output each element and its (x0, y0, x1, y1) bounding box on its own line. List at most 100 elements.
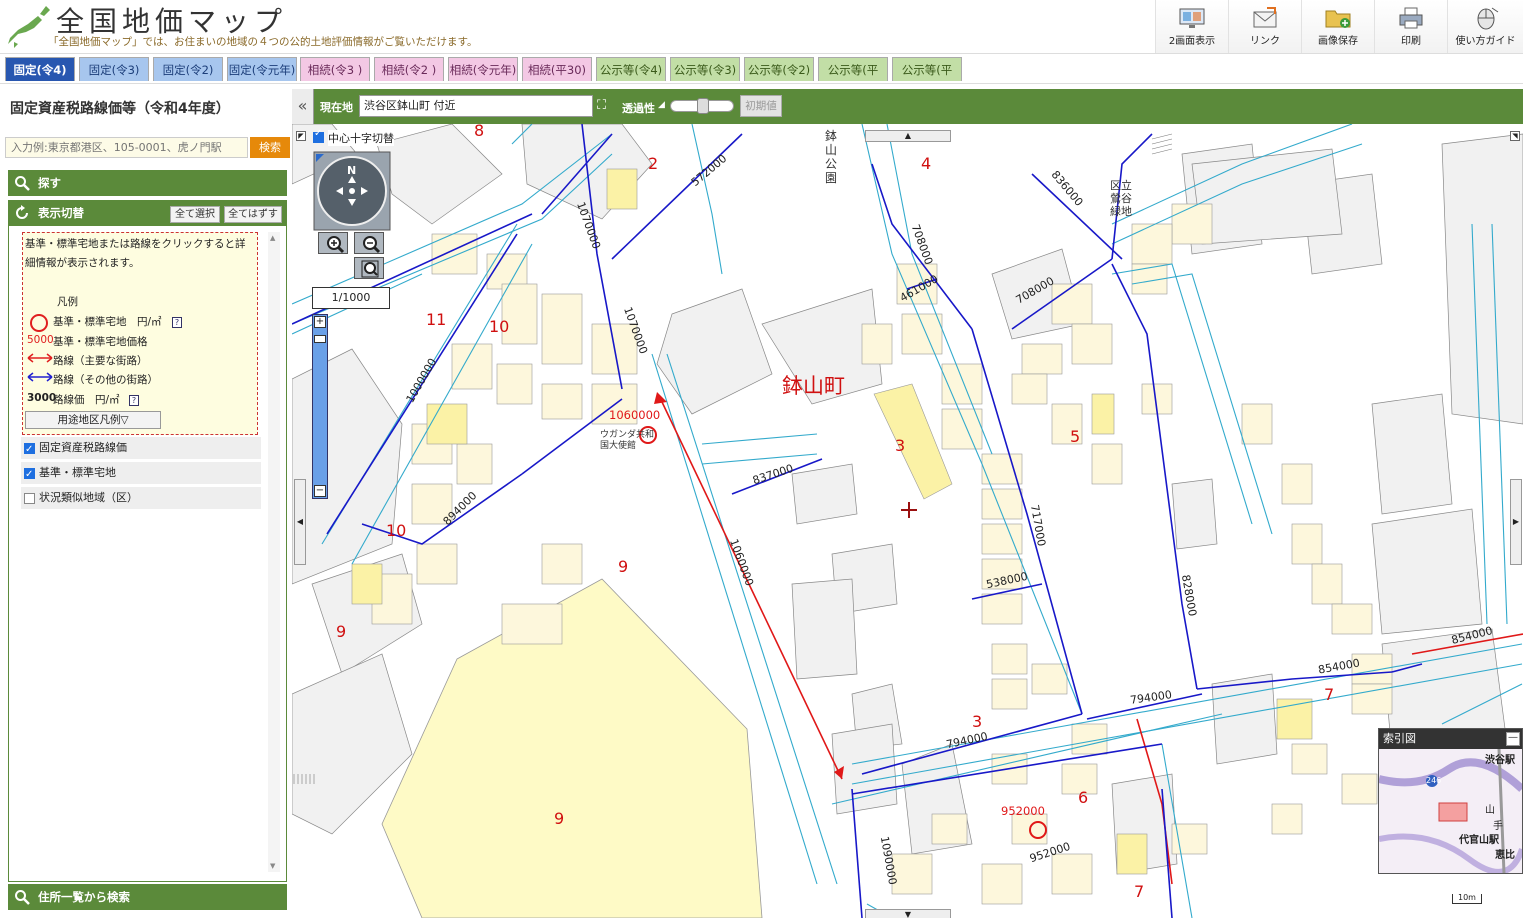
block-number: 10 (386, 521, 407, 540)
zoom-in-magnifier-icon (327, 236, 345, 254)
tab-koji-r4[interactable]: 公示等(令4) (596, 57, 666, 81)
magnifier-icon (15, 176, 30, 191)
pan-down-button[interactable]: ▼ (865, 909, 951, 918)
index-label-shibuya-station: 渋谷駅 (1485, 755, 1515, 766)
zoom-slider-knob[interactable] (314, 335, 326, 343)
display-panel-body: 基準・標準宅地または路線をクリックすると詳 細情報が表示されます。 凡例 基準・… (8, 226, 287, 882)
usage-legend-button[interactable]: 用途地区凡例▽ (25, 411, 161, 429)
japan-map-logo-icon (8, 6, 50, 48)
legend-help-icon[interactable]: ? (172, 317, 182, 328)
section-address-bar[interactable]: 住所一覧から検索 (8, 884, 287, 910)
location-label: 現在地 (320, 101, 353, 114)
search-button[interactable]: 検索 (250, 137, 290, 158)
tab-koji-r2[interactable]: 公示等(令2) (744, 57, 814, 81)
legend-circle-label: 基準・標準宅地 円/㎡ (53, 316, 162, 328)
tab-kotei-r4[interactable]: 固定(令4) (5, 57, 75, 81)
map-corner-toggle-icon[interactable]: ◤ (296, 131, 306, 141)
block-number: 7 (1324, 685, 1335, 704)
zoom-slider[interactable]: + − (312, 314, 328, 499)
tab-kotei-r1[interactable]: 固定(令元年) (227, 57, 297, 81)
index-map[interactable]: 索引図 — 渋谷駅 代官山駅 恵比 山 手 246 (1378, 728, 1523, 874)
folder-save-icon (1325, 10, 1351, 28)
std-price-label[interactable]: 1060000 (609, 408, 660, 422)
pan-up-button[interactable]: ▲ (865, 130, 951, 142)
layer-similar-area-row[interactable]: 状況類似地域（区） (21, 487, 261, 509)
opacity-slider[interactable] (670, 98, 734, 114)
block-number: 3 (972, 712, 983, 731)
legend-box: 基準・標準宅地または路線をクリックすると詳 細情報が表示されます。 凡例 基準・… (22, 232, 258, 435)
save-image-button[interactable]: 画像保存 (1301, 0, 1374, 53)
print-button[interactable]: 印刷 (1374, 0, 1447, 53)
layer-road-price-checkbox[interactable] (24, 439, 35, 461)
pan-left-button[interactable]: ◀ (294, 479, 306, 565)
zoom-in-button[interactable] (318, 232, 348, 254)
block-number: 2 (648, 154, 659, 173)
tab-souzoku-r3[interactable]: 相続(令3 ) (300, 57, 370, 81)
block-number: 9 (336, 622, 347, 641)
block-number: 9 (618, 557, 629, 576)
location-field[interactable]: 渋谷区鉢山町 付近 (359, 95, 593, 117)
block-number: 10 (489, 317, 510, 336)
opacity-triangle-icon: ◢ (658, 100, 665, 110)
map-base-layer (292, 124, 1523, 918)
layer-std-land-row[interactable]: 基準・標準宅地 (21, 462, 261, 486)
tab-koji-r3[interactable]: 公示等(令3) (670, 57, 740, 81)
green-area-label: 区立鶯谷緑地 (1110, 179, 1132, 218)
legend-help-icon-2[interactable]: ? (129, 395, 139, 406)
map-toolbar: « 現在地 渋谷区鉢山町 付近 ⛶ 透過性 ◢ 初期値 (292, 89, 1523, 124)
zoom-reset-button[interactable] (354, 257, 384, 279)
guide-label: 使い方ガイド (1455, 36, 1516, 47)
tab-souzoku-r1[interactable]: 相続(令元年) (448, 57, 518, 81)
layer-tabs: 固定(令4) 固定(令3) 固定(令2) 固定(令元年) 相続(令3 ) 相続(… (0, 54, 1523, 101)
crosshair-label: 中心十字切替 (328, 130, 394, 146)
compass-north-label: N (347, 164, 357, 177)
save-image-label: 画像保存 (1318, 36, 1358, 47)
park-label: 鉢山公園 (825, 129, 838, 185)
header: 全国地価マップ 「全国地価マップ」では、お住まいの地域の４つの公的土地評価情報が… (0, 0, 1523, 54)
legend-main-road-arrow-icon (27, 353, 53, 363)
opacity-slider-knob[interactable] (697, 98, 709, 114)
layer-similar-area-checkbox[interactable] (24, 493, 35, 504)
legend-heading: 凡例 (57, 296, 78, 308)
zoom-slider-minus-icon[interactable]: − (314, 485, 326, 497)
tab-kotei-r3[interactable]: 固定(令3) (79, 57, 149, 81)
guide-button[interactable]: 使い方ガイド (1447, 0, 1523, 53)
select-all-button[interactable]: 全て選択 (170, 206, 220, 223)
zoom-slider-plus-icon[interactable]: + (314, 316, 326, 328)
tab-koji-h30[interactable]: 公示等(平30) (892, 57, 962, 101)
compass-pan-control[interactable] (312, 150, 392, 232)
section-search-bar[interactable]: 探す (8, 170, 287, 196)
search-input[interactable] (5, 137, 248, 158)
link-button[interactable]: リンク (1228, 0, 1301, 53)
zoom-area-magnifier-icon (361, 260, 379, 278)
dual-screen-button[interactable]: 2画面表示 (1155, 0, 1228, 53)
index-map-minimize-button[interactable]: — (1506, 732, 1520, 746)
dual-screen-icon (1179, 8, 1205, 28)
panel-scrollbar[interactable]: ▲ ▼ (268, 232, 280, 872)
block-number: 5 (1070, 427, 1081, 446)
index-label-route246: 246 (1426, 776, 1442, 785)
deselect-all-button[interactable]: 全てはずす (224, 206, 282, 223)
legend-road-price-label: 路線価 円/㎡ (53, 394, 120, 406)
tab-koji-h31[interactable]: 公示等(平31) (818, 57, 888, 101)
panel-title: 固定資産税路線価等（令和4年度） (10, 101, 230, 117)
std-price-label-2[interactable]: 952000 (1001, 804, 1045, 818)
pan-right-button[interactable]: ▶ (1510, 479, 1522, 565)
crosshair-checkbox[interactable] (313, 128, 324, 143)
center-target-icon[interactable]: ⛶ (597, 99, 611, 113)
collapse-panel-button[interactable]: « (292, 89, 314, 124)
map-corner-toggle-icon-2[interactable]: ◥ (1510, 131, 1520, 141)
mouse-guide-icon (1477, 7, 1498, 30)
reset-opacity-button[interactable]: 初期値 (740, 95, 782, 117)
zoom-out-button[interactable] (354, 232, 384, 254)
tab-souzoku-r2[interactable]: 相続(令2 ) (374, 57, 444, 81)
tab-souzoku-h30[interactable]: 相続(平30) (522, 57, 592, 81)
tab-kotei-r2[interactable]: 固定(令2) (153, 57, 223, 81)
layer-road-price-row[interactable]: 固定資産税路線価 (21, 437, 261, 461)
map-canvas[interactable]: 鉢山町 鉢山公園 区立鶯谷緑地 ウガンダ共和国大使館 1060000 95200… (292, 124, 1523, 918)
zoom-out-magnifier-icon (363, 236, 381, 254)
layer-std-land-checkbox[interactable] (24, 464, 35, 486)
legend-price-label: 基準・標準宅地価格 (53, 336, 148, 348)
magnifier-icon-2 (15, 890, 30, 905)
scale-display: 1/1000 (312, 287, 390, 309)
